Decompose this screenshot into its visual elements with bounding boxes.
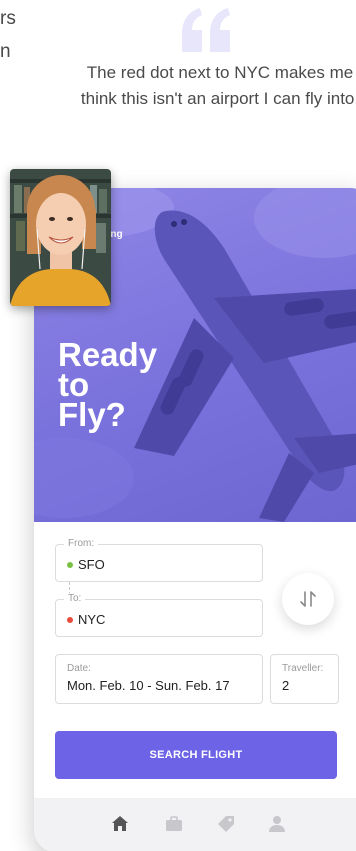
tag-icon bbox=[218, 816, 234, 832]
usability-test-slide: rs n The red dot next to NYC makes me th… bbox=[0, 0, 356, 851]
from-legend: From: bbox=[64, 538, 99, 549]
hero-title-line-3: Fly? bbox=[58, 396, 126, 433]
to-value: NYC bbox=[67, 612, 105, 627]
traveller-value: 2 bbox=[282, 678, 290, 693]
briefcase-icon bbox=[166, 816, 182, 831]
participant-avatar bbox=[10, 169, 111, 306]
participant-webcam bbox=[10, 169, 111, 306]
tab-home[interactable] bbox=[108, 812, 132, 836]
from-value: SFO bbox=[67, 557, 105, 572]
swap-button[interactable] bbox=[282, 573, 334, 625]
from-field[interactable]: From: SFO bbox=[55, 538, 263, 582]
from-value-text: SFO bbox=[78, 557, 105, 572]
swap-icon bbox=[300, 591, 316, 607]
traveller-field[interactable]: Traveller: 2 bbox=[270, 654, 339, 704]
cropped-text-line-1: rs bbox=[0, 8, 16, 29]
cropped-text-line-2: n bbox=[0, 41, 11, 62]
home-icon bbox=[112, 816, 128, 831]
quote-mark-icon bbox=[182, 8, 230, 52]
to-field[interactable]: To: NYC bbox=[55, 593, 263, 637]
traveller-label: Traveller: bbox=[282, 663, 324, 674]
date-field[interactable]: Date: Mon. Feb. 10 - Sun. Feb. 17 bbox=[55, 654, 263, 704]
search-flight-button[interactable]: SEARCH FLIGHT bbox=[55, 731, 337, 779]
tab-trips[interactable] bbox=[162, 812, 186, 836]
to-legend: To: bbox=[64, 593, 86, 604]
date-value: Mon. Feb. 10 - Sun. Feb. 17 bbox=[67, 678, 230, 693]
quote-text: The red dot next to NYC makes me think t… bbox=[80, 63, 356, 108]
to-value-text: NYC bbox=[78, 612, 106, 627]
tab-deals[interactable] bbox=[214, 812, 238, 836]
hero-title: Ready to Fly? bbox=[58, 338, 157, 433]
bottom-tab-bar bbox=[34, 798, 356, 851]
tab-profile[interactable] bbox=[265, 812, 289, 836]
date-label: Date: bbox=[67, 663, 91, 674]
flight-search-form: From: SFO To: NYC Date: Mon. Feb. 10 - S… bbox=[34, 522, 356, 851]
user-icon bbox=[269, 816, 285, 832]
from-dot-icon bbox=[67, 561, 73, 568]
to-dot-icon bbox=[67, 616, 73, 623]
